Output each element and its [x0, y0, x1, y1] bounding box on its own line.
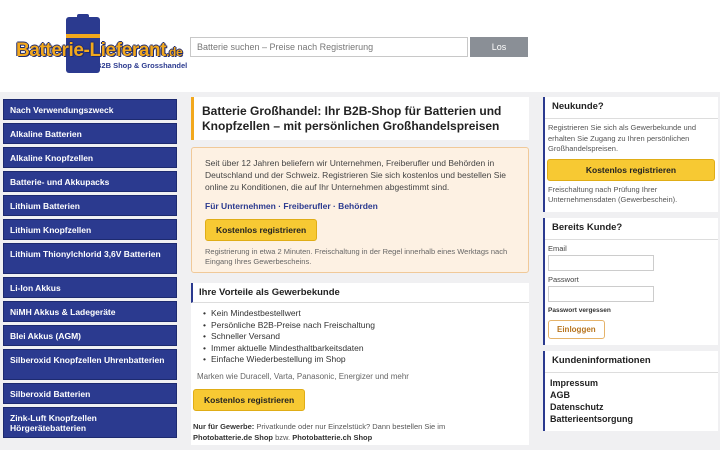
- site-logo[interactable]: Batterie-Lieferant.de B2B Shop & Grossha…: [16, 14, 187, 78]
- private-customer-note: Nur für Gewerbe: Privatkunde oder nur Ei…: [191, 421, 529, 443]
- new-customer-panel: Neukunde? Registrieren Sie sich als Gewe…: [543, 97, 718, 212]
- logo-text: Batterie-Lieferant.de: [16, 40, 183, 61]
- main-content: Batterie Großhandel: Ihr B2B-Shop für Ba…: [191, 97, 529, 445]
- intro-note: Registrierung in etwa 2 Minuten. Freisch…: [205, 247, 508, 266]
- new-customer-title: Neukunde?: [545, 97, 718, 119]
- impressum-link[interactable]: Impressum: [550, 377, 713, 389]
- list-item: Persönliche B2B-Preise nach Freischaltun…: [203, 320, 523, 332]
- intro-text: Seit über 12 Jahren beliefern wir Untern…: [205, 158, 506, 192]
- photobatterie-de-link[interactable]: Photobatterie.de Shop: [193, 433, 273, 442]
- right-column: Neukunde? Registrieren Sie sich als Gewe…: [543, 97, 718, 437]
- sidebar-item-lithium-knopfzellen[interactable]: Lithium Knopfzellen: [3, 219, 177, 240]
- sidebar-item-silberoxid-knopfzellen[interactable]: Silberoxid Knopfzellen Uhrenbatterien: [3, 349, 177, 380]
- header: Batterie-Lieferant.de B2B Shop & Grossha…: [0, 0, 720, 92]
- benefits-list: Kein Mindestbestellwert Persönliche B2B-…: [191, 303, 529, 366]
- customer-info-title: Kundeninformationen: [545, 351, 718, 373]
- password-field[interactable]: [548, 285, 654, 302]
- footer-sep: bzw.: [275, 432, 291, 442]
- battery-logo-stripe: [66, 34, 100, 38]
- search-button[interactable]: Los: [470, 37, 528, 57]
- list-item: Einfache Wiederbestellung im Shop: [203, 354, 523, 366]
- footer-lead: Nur für Gewerbe:: [193, 421, 255, 431]
- photobatterie-ch-link[interactable]: Photobatterie.ch Shop: [292, 433, 372, 442]
- page-title: Batterie Großhandel: Ihr B2B-Shop für Ba…: [202, 104, 502, 133]
- sidebar-item-lithium-batterien[interactable]: Lithium Batterien: [3, 195, 177, 216]
- brands-text: Marken wie Duracell, Varta, Panasonic, E…: [197, 371, 409, 381]
- sidebar-item-akkupacks[interactable]: Batterie- und Akkupacks: [3, 171, 177, 192]
- customer-info-links: Impressum AGB Datenschutz Batterieentsor…: [545, 373, 718, 431]
- intro-box: Seit über 12 Jahren beliefern wir Untern…: [191, 147, 529, 273]
- batterieentsorgung-link[interactable]: Batterieentsorgung: [550, 413, 713, 425]
- email-field[interactable]: [548, 254, 654, 271]
- login-title: Bereits Kunde?: [545, 218, 718, 240]
- logo-tagline: B2B Shop & Grosshandel: [96, 61, 188, 70]
- sidebar-item-zink-luft[interactable]: Zink-Luft Knopfzellen Hörgerätebatterien: [3, 407, 177, 438]
- list-item: Kein Mindestbestellwert: [203, 308, 523, 320]
- list-item: Schneller Versand: [203, 331, 523, 343]
- benefits-title: Ihre Vorteile als Gewerbekunde: [191, 283, 529, 303]
- register-button-sidebar[interactable]: Kostenlos registrieren: [547, 158, 715, 181]
- login-panel: Bereits Kunde? Email Passwort Passwort v…: [543, 217, 718, 345]
- page-title-box: Batterie Großhandel: Ihr B2B-Shop für Ba…: [191, 97, 529, 140]
- sidebar-item-lithium-thionylchlorid[interactable]: Lithium Thionylchlorid 3,6V Batterien: [3, 243, 177, 274]
- benefits-section: Ihre Vorteile als Gewerbekunde Kein Mind…: [191, 283, 529, 445]
- sidebar-item-li-ion-akkus[interactable]: Li-Ion Akkus: [3, 277, 177, 298]
- register-button-intro[interactable]: Kostenlos registrieren: [205, 219, 318, 241]
- sidebar-item-alkaline-knopfzellen[interactable]: Alkaline Knopfzellen: [3, 147, 177, 168]
- login-button[interactable]: Einloggen: [548, 319, 605, 339]
- datenschutz-link[interactable]: Datenschutz: [550, 401, 713, 413]
- register-button-benefits[interactable]: Kostenlos registrieren: [193, 388, 306, 411]
- sidebar-item-verwendungszweck[interactable]: Nach Verwendungszweck: [3, 99, 177, 120]
- list-item: Immer aktuelle Mindesthaltbarkeitsdaten: [203, 343, 523, 355]
- customer-info-panel: Kundeninformationen Impressum AGB Datens…: [543, 350, 718, 431]
- forgot-password-link[interactable]: Passwort vergessen: [545, 302, 718, 314]
- category-sidebar: Nach Verwendungszweck Alkaline Batterien…: [3, 99, 177, 441]
- sidebar-item-nimh-akkus[interactable]: NiMH Akkus & Ladegeräte: [3, 301, 177, 322]
- new-customer-note: Freischaltung nach Prüfung Ihrer Unterne…: [548, 184, 678, 205]
- footer-text: Privatkunde oder nur Einzelstück? Dann b…: [256, 421, 446, 431]
- sidebar-item-blei-akkus[interactable]: Blei Akkus (AGM): [3, 325, 177, 346]
- sidebar-item-alkaline-batterien[interactable]: Alkaline Batterien: [3, 123, 177, 144]
- new-customer-text: Registrieren Sie sich als Gewerbekunde u…: [548, 123, 696, 153]
- audience-links[interactable]: Für Unternehmen · Freiberufler · Behörde…: [205, 201, 516, 211]
- agb-link[interactable]: AGB: [550, 389, 713, 401]
- sidebar-item-silberoxid-batterien[interactable]: Silberoxid Batterien: [3, 383, 177, 404]
- email-label: Email: [548, 243, 567, 253]
- password-label: Passwort: [548, 274, 579, 284]
- search-input[interactable]: [190, 37, 468, 57]
